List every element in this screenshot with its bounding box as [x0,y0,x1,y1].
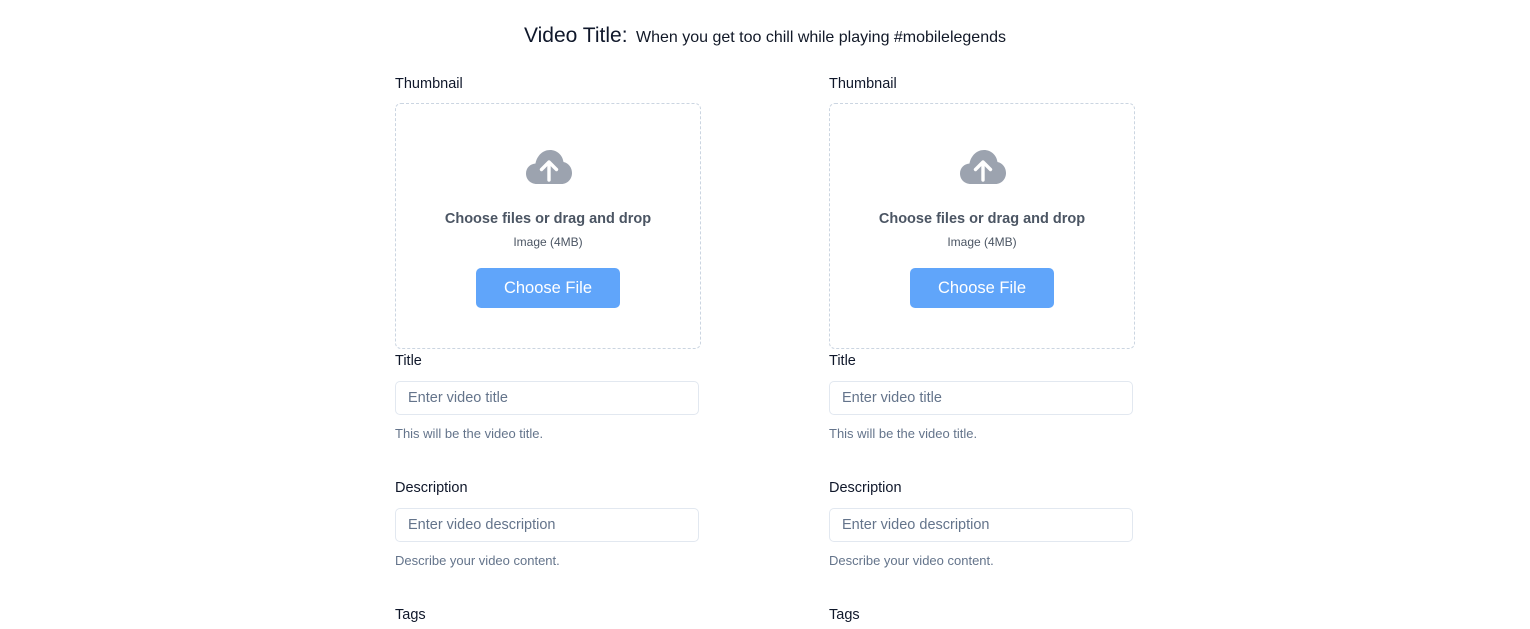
page: Video Title: When you get too chill whil… [0,0,1530,629]
dropzone-size-hint: Image (4MB) [947,235,1017,249]
thumbnail-label: Thumbnail [829,76,897,92]
thumbnail-label: Thumbnail [395,76,463,92]
thumbnail-dropzone[interactable]: Choose files or drag and drop Image (4MB… [829,103,1135,349]
description-input[interactable] [395,508,699,542]
dropzone-size-hint: Image (4MB) [513,235,583,249]
choose-file-button[interactable]: Choose File [476,268,620,308]
cloud-upload-icon [526,150,572,184]
tags-label: Tags [829,607,860,623]
thumbnail-dropzone[interactable]: Choose files or drag and drop Image (4MB… [395,103,701,349]
choose-file-button[interactable]: Choose File [910,268,1054,308]
description-label: Description [829,480,902,496]
description-label: Description [395,480,468,496]
title-helper-text: This will be the video title. [395,426,544,441]
tags-label: Tags [395,607,426,623]
title-input[interactable] [829,381,1133,415]
video-title-label: Video Title: [524,24,628,47]
title-helper-text: This will be the video title. [829,426,978,441]
description-input[interactable] [829,508,1133,542]
dropzone-main-text: Choose files or drag and drop [878,211,1086,227]
dropzone-main-text: Choose files or drag and drop [444,211,652,227]
title-input[interactable] [395,381,699,415]
video-title-value: When you get too chill while playing #mo… [635,29,1006,46]
title-label: Title [395,353,422,369]
cloud-upload-icon [960,150,1006,184]
title-label: Title [829,353,856,369]
video-title-header: Video Title: When you get too chill whil… [0,24,1530,48]
description-helper-text: Describe your video content. [829,553,994,568]
description-helper-text: Describe your video content. [395,553,560,568]
